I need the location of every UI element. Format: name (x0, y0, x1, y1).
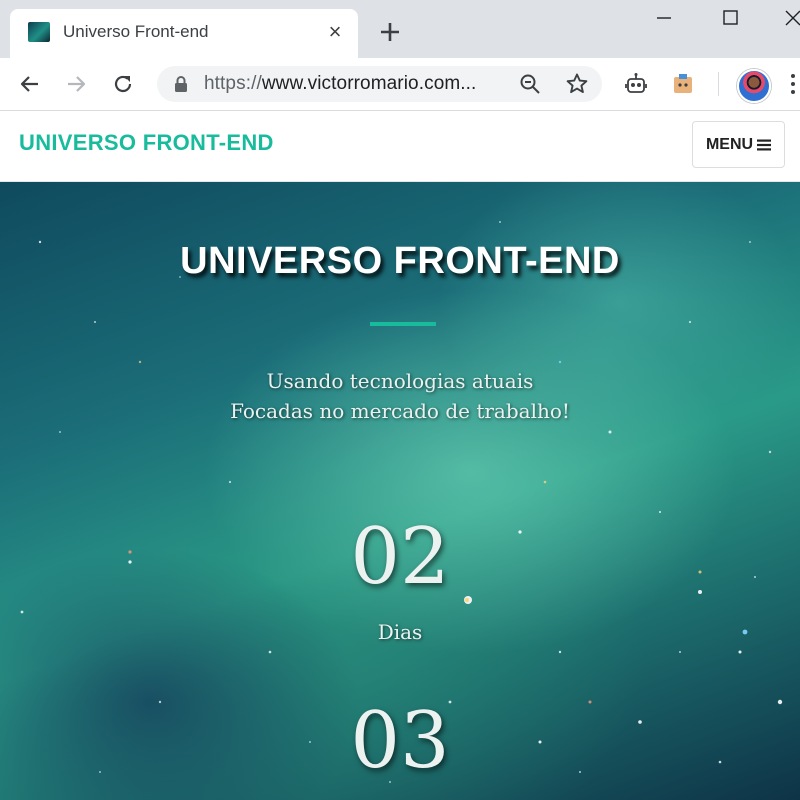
more-menu-icon[interactable] (789, 71, 797, 97)
countdown-next-value: 03 (350, 696, 450, 786)
minimize-icon[interactable] (651, 5, 677, 31)
hero-title: UNIVERSO FRONT-END (180, 240, 620, 282)
countdown-days-value: 02 (350, 512, 450, 602)
menu-button[interactable]: MENU (692, 121, 785, 168)
menu-button-label: MENU (705, 135, 754, 153)
site-favicon-icon (28, 22, 50, 42)
hamburger-icon (757, 139, 772, 150)
hero-divider (370, 322, 436, 326)
countdown-days-label: Dias (377, 620, 423, 644)
hero-subtitle-line1: Usando tecnologias atuais (266, 369, 534, 393)
forward-icon[interactable] (63, 71, 89, 97)
hero-section: UNIVERSO FRONT-END Usando tecnologias at… (0, 182, 800, 800)
hero-subtitle-line2: Focadas no mercado de trabalho! (230, 399, 570, 423)
maximize-icon[interactable] (717, 5, 743, 31)
tab-close-icon[interactable]: × (324, 21, 346, 44)
browser-toolbar: https://www.victorromario.com... (0, 58, 800, 111)
zoom-icon[interactable] (518, 72, 542, 96)
site-navbar: UNIVERSO FRONT-END MENU (0, 111, 800, 182)
browser-tab[interactable]: Universo Front-end × (10, 9, 358, 58)
new-tab-icon[interactable] (377, 19, 403, 45)
tab-title: Universo Front-end (63, 22, 209, 41)
lock-icon[interactable] (172, 75, 190, 93)
reload-icon[interactable] (110, 71, 136, 97)
url-host: www.victorromario.com... (261, 73, 477, 94)
toolbar-divider (718, 72, 719, 96)
site-brand-link[interactable]: UNIVERSO FRONT-END (19, 130, 274, 156)
window-close-icon[interactable] (780, 5, 800, 31)
back-icon[interactable] (17, 71, 43, 97)
robot-extension-icon[interactable] (623, 71, 649, 97)
address-bar[interactable]: https://www.victorromario.com... (157, 66, 602, 102)
profile-avatar[interactable] (737, 69, 771, 103)
browser-tab-strip: Universo Front-end × (0, 0, 800, 58)
star-icon[interactable] (564, 71, 590, 97)
box-extension-icon[interactable] (670, 71, 696, 97)
url-scheme: https:// (204, 73, 262, 94)
url-text[interactable]: https://www.victorromario.com... (204, 73, 476, 95)
